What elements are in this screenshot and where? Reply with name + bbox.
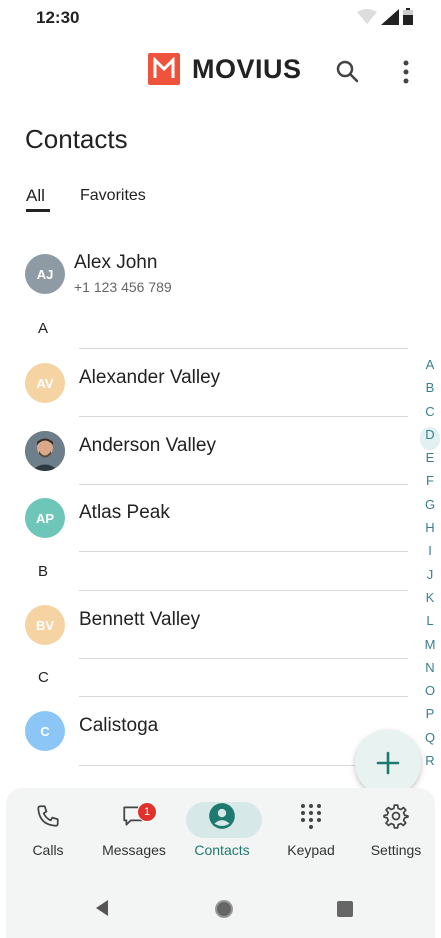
contact-name: Anderson Valley — [79, 435, 216, 456]
more-vertical-icon — [403, 60, 409, 84]
contact-row[interactable]: BV Bennett Valley — [0, 602, 420, 648]
dialpad-icon — [295, 800, 327, 832]
index-letter-active[interactable]: D — [420, 426, 440, 451]
contact-name: Alexander Valley — [79, 367, 221, 388]
section-header: A — [38, 320, 49, 337]
brand-name: MOVIUS — [192, 53, 302, 84]
index-letter[interactable]: R — [420, 753, 440, 776]
gear-icon — [380, 800, 412, 832]
contact-name: Alex John — [74, 252, 158, 273]
avatar: AJ — [25, 254, 65, 294]
contact-row[interactable]: AV Alexander Valley — [0, 360, 420, 406]
contact-phone: +1 123 456 789 — [74, 279, 172, 295]
alphabet-index[interactable]: A B C D E F G H I J K L M N O P Q R — [420, 357, 440, 776]
add-contact-button[interactable] — [355, 730, 421, 796]
nav-label: Contacts — [194, 842, 250, 858]
more-options-button[interactable] — [396, 58, 416, 86]
wifi-icon — [357, 8, 377, 24]
contact-row[interactable]: C Calistoga — [0, 708, 340, 754]
contact-name: Atlas Peak — [79, 502, 170, 523]
avatar: AV — [25, 363, 65, 403]
signal-icon — [381, 8, 399, 25]
unread-badge: 1 — [137, 802, 157, 822]
person-circle-icon — [206, 800, 238, 832]
tab-all[interactable]: All — [26, 186, 45, 206]
index-letter[interactable]: H — [420, 520, 440, 543]
index-letter[interactable]: J — [420, 567, 440, 590]
avatar: AP — [25, 498, 65, 538]
contact-row[interactable]: Anderson Valley — [0, 428, 420, 474]
nav-label: Settings — [370, 842, 422, 858]
avatar-initials: AV — [36, 375, 54, 391]
nav-settings[interactable]: Settings — [356, 800, 436, 858]
battery-icon — [403, 8, 413, 25]
phone-icon — [32, 800, 64, 832]
divider — [79, 416, 408, 417]
nav-label: Messages — [102, 842, 166, 858]
divider — [79, 348, 408, 349]
contact-row[interactable]: AJ Alex John +1 123 456 789 — [0, 245, 420, 305]
system-back-button[interactable] — [94, 899, 110, 922]
divider — [79, 590, 408, 591]
nav-contacts[interactable]: Contacts — [182, 800, 262, 858]
avatar-photo — [25, 431, 65, 471]
avatar: BV — [25, 605, 65, 645]
plus-icon — [376, 751, 400, 775]
page-title: Contacts — [25, 124, 128, 154]
index-letter[interactable]: K — [420, 590, 440, 613]
avatar-initials: AJ — [36, 266, 54, 282]
index-letter[interactable]: Q — [420, 730, 440, 753]
section-header: B — [38, 563, 49, 580]
nav-label: Calls — [32, 842, 64, 858]
nav-label: Keypad — [287, 842, 335, 858]
status-time: 12:30 — [36, 8, 80, 27]
index-letter[interactable]: O — [420, 683, 440, 706]
index-letter[interactable]: G — [420, 497, 440, 520]
avatar-initials: C — [40, 723, 50, 739]
avatar-initials: AP — [35, 510, 55, 526]
index-letter[interactable]: M — [420, 637, 440, 660]
person-photo-icon — [25, 431, 65, 471]
recents-square-icon — [337, 901, 353, 917]
avatar-initials: BV — [35, 617, 55, 633]
status-icons — [357, 8, 413, 25]
back-triangle-icon — [96, 900, 108, 916]
index-letter[interactable]: I — [420, 543, 440, 566]
brand-logo: MOVIUS — [148, 53, 302, 85]
nav-messages[interactable]: Messages — [94, 800, 174, 858]
tab-favorites[interactable]: Favorites — [80, 187, 146, 205]
index-letter[interactable]: C — [420, 404, 440, 427]
index-letter[interactable]: E — [420, 450, 440, 473]
divider — [79, 658, 408, 659]
search-button[interactable] — [334, 58, 362, 86]
divider — [79, 551, 408, 552]
contact-name: Bennett Valley — [79, 609, 201, 630]
contact-row[interactable]: AP Atlas Peak — [0, 495, 420, 541]
contact-name: Calistoga — [79, 715, 159, 736]
nav-keypad[interactable]: Keypad — [271, 800, 351, 858]
system-recents-button[interactable] — [336, 900, 354, 923]
search-icon — [336, 60, 359, 83]
avatar: C — [25, 711, 65, 751]
divider — [79, 696, 408, 697]
index-letter[interactable]: N — [420, 660, 440, 683]
index-letter[interactable]: F — [420, 473, 440, 496]
index-letter[interactable]: P — [420, 706, 440, 729]
tab-active-indicator — [26, 209, 50, 212]
index-letter[interactable]: B — [420, 380, 440, 403]
nav-calls[interactable]: Calls — [8, 800, 88, 858]
movius-logo-icon — [148, 53, 180, 85]
home-circle-icon — [215, 900, 233, 918]
index-letter[interactable]: A — [420, 357, 440, 380]
system-home-button[interactable] — [214, 899, 234, 924]
index-letter[interactable]: L — [420, 613, 440, 636]
divider — [79, 484, 408, 485]
section-header: C — [38, 669, 49, 686]
